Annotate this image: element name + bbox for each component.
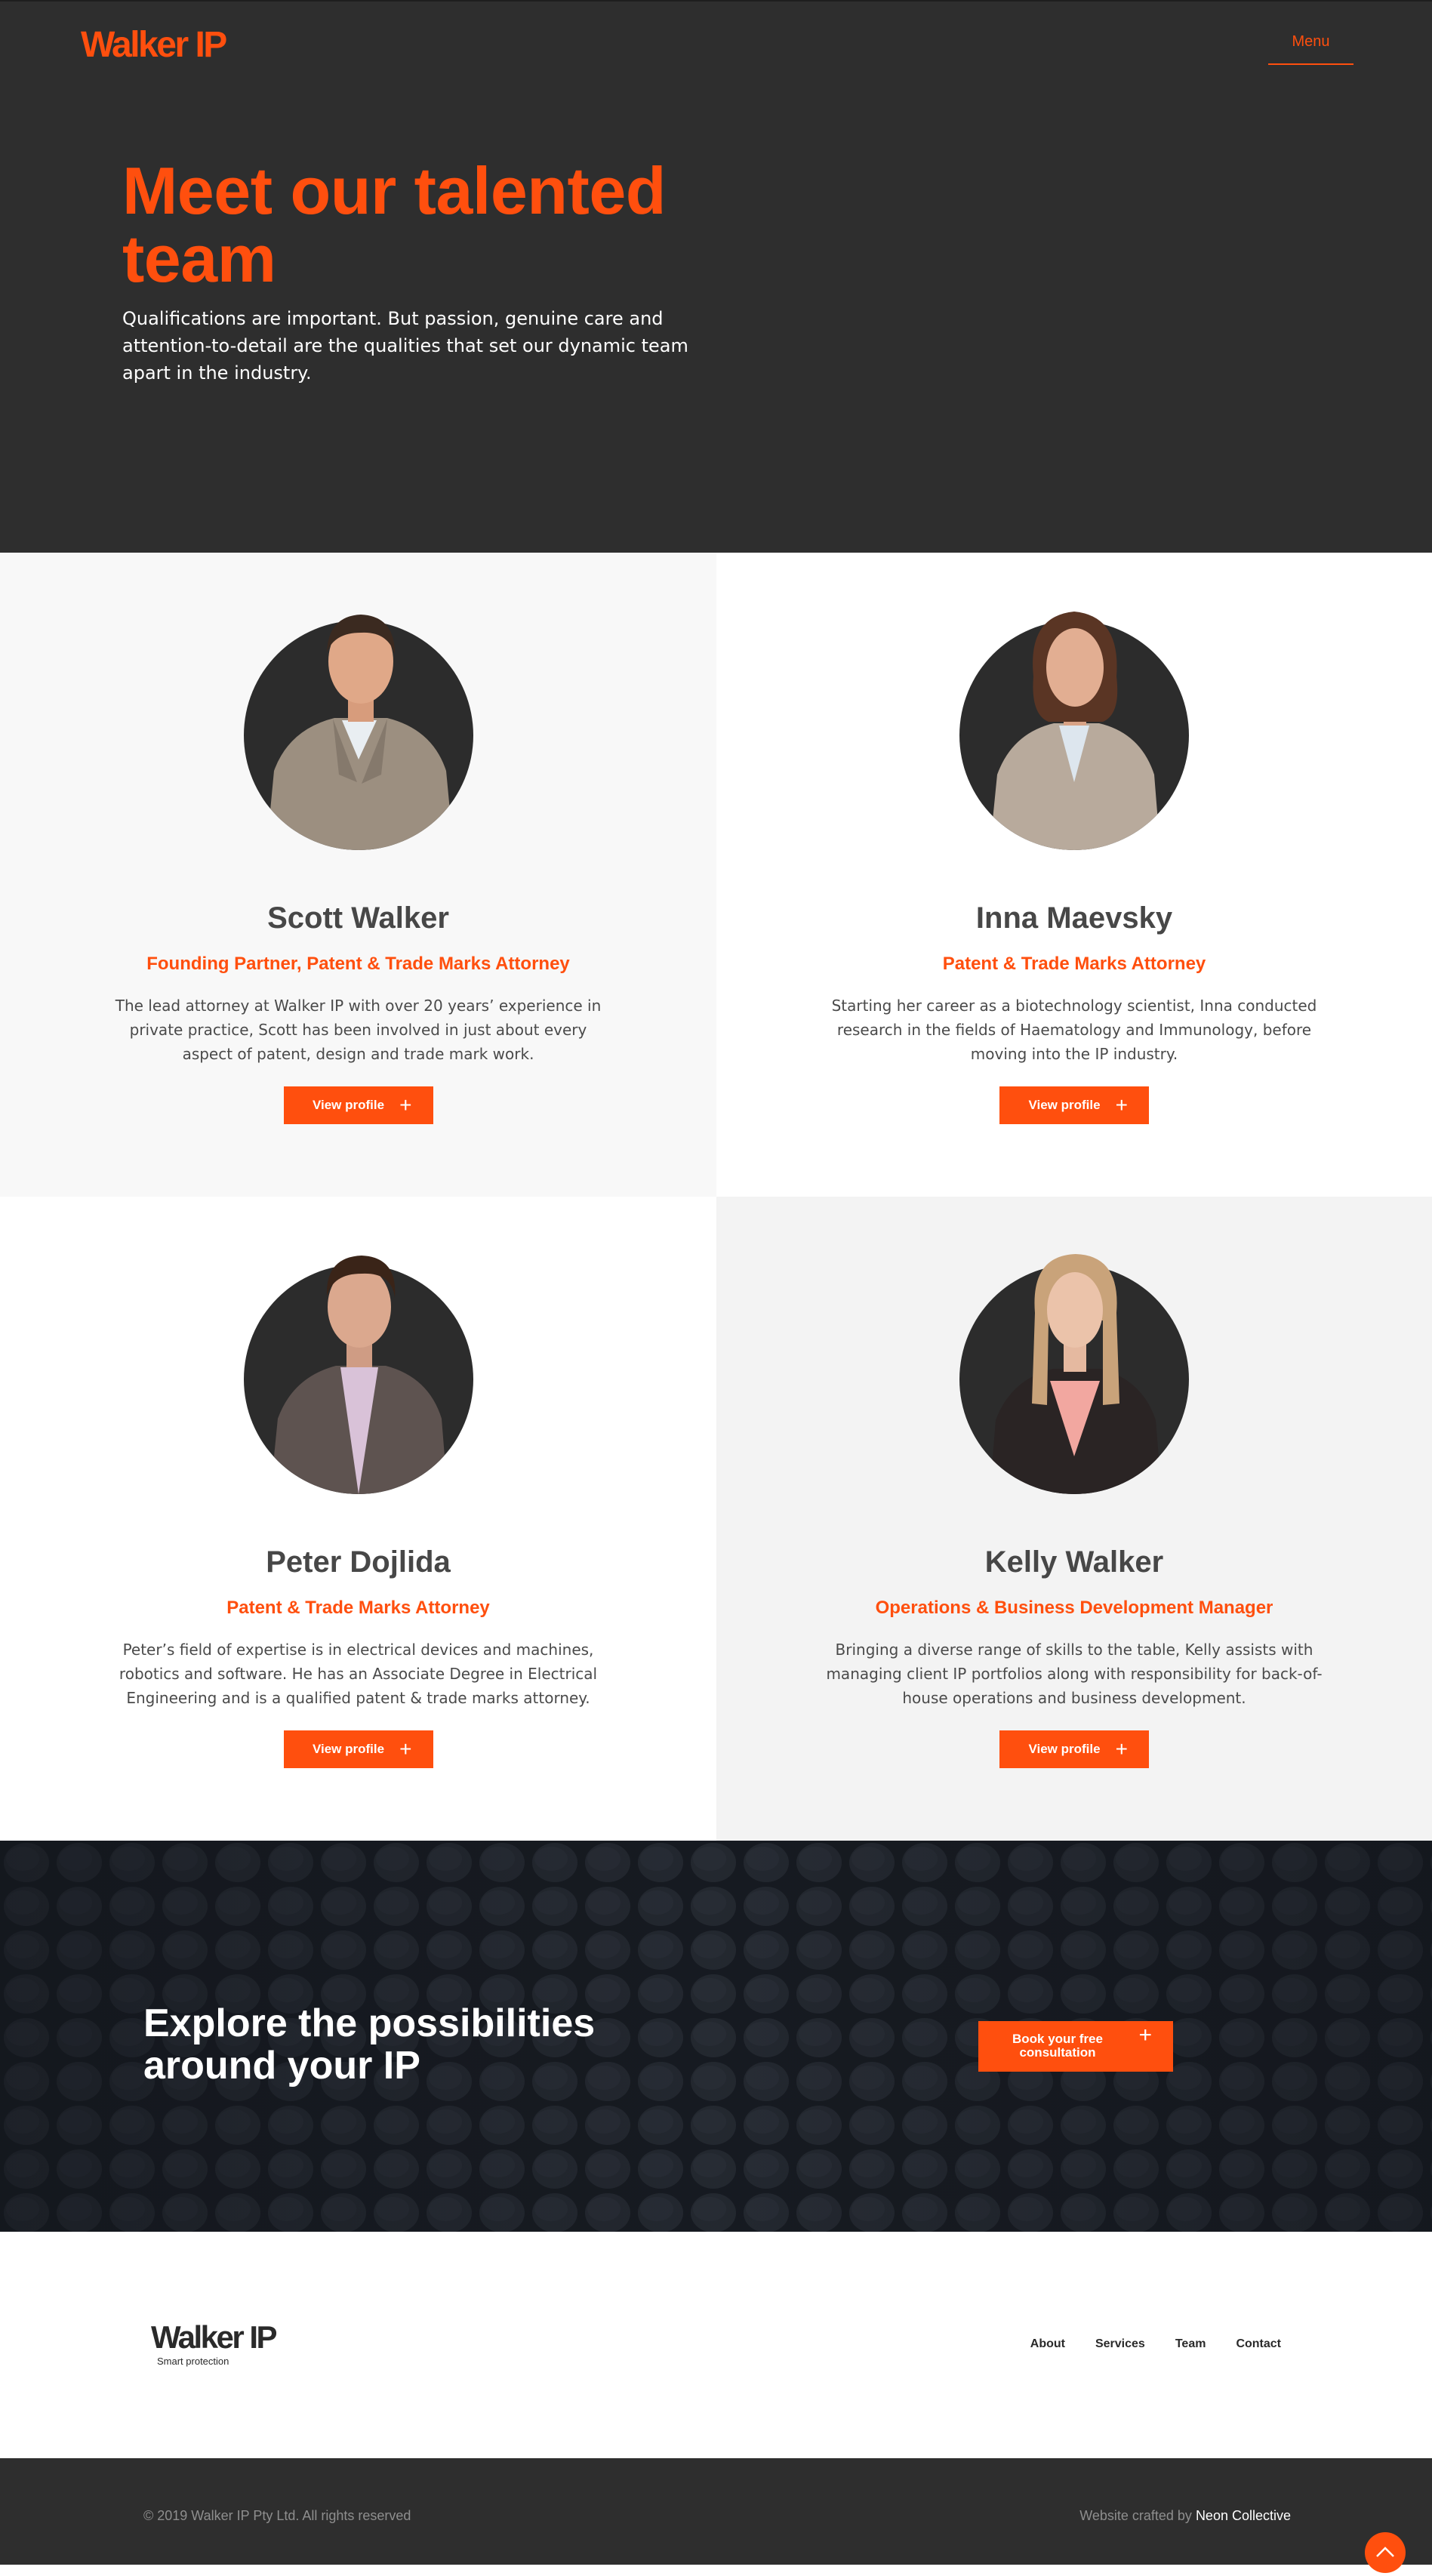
logo[interactable]: Walker IP bbox=[81, 24, 227, 66]
member-name: Kelly Walker bbox=[984, 1545, 1164, 1579]
member-name: Peter Dojlida bbox=[266, 1545, 451, 1579]
view-profile-button[interactable]: View profile + bbox=[283, 1086, 433, 1124]
button-label: Book your free consultation bbox=[1012, 2032, 1103, 2060]
copyright: © 2019 Walker IP Pty Ltd. All rights res… bbox=[143, 2508, 411, 2523]
cta-section: Explore the possibilities around your IP… bbox=[0, 1841, 1432, 2232]
member-bio: Peter’s field of expertise is in electri… bbox=[119, 1641, 598, 1707]
member-bio: The lead attorney at Walker IP with over… bbox=[115, 997, 602, 1063]
member-bio: Starting her career as a biotechnology s… bbox=[831, 997, 1317, 1063]
view-profile-button[interactable]: View profile + bbox=[999, 1086, 1149, 1124]
button-label: View profile bbox=[1028, 1742, 1101, 1756]
footer-link-about[interactable]: About bbox=[1030, 2337, 1065, 2351]
member-role: Patent & Trade Marks Attorney bbox=[942, 954, 1206, 974]
member-role: Patent & Trade Marks Attorney bbox=[226, 1598, 490, 1618]
member-name: Inna Maevsky bbox=[975, 901, 1173, 935]
avatar bbox=[959, 1254, 1189, 1494]
menu-button[interactable]: Menu bbox=[1268, 33, 1353, 65]
plus-icon: + bbox=[1138, 2023, 1152, 2048]
footer-link-team[interactable]: Team bbox=[1175, 2337, 1206, 2351]
member-name: Scott Walker bbox=[267, 901, 449, 935]
plus-icon: + bbox=[1115, 1093, 1128, 1117]
plus-icon: + bbox=[1115, 1737, 1128, 1761]
hero-section: Walker IP Menu Meet our talented team Qu… bbox=[0, 0, 1432, 553]
button-label: View profile bbox=[312, 1098, 385, 1112]
chevron-up-icon bbox=[1376, 2547, 1394, 2557]
page-title: Meet our talented team bbox=[122, 153, 667, 296]
hero-intro: Qualifications are important. But passio… bbox=[122, 308, 688, 384]
member-role: Operations & Business Development Manage… bbox=[875, 1598, 1273, 1618]
plus-icon: + bbox=[399, 1737, 412, 1761]
button-label: View profile bbox=[312, 1742, 385, 1756]
crafted-brand-link[interactable]: Neon Collective bbox=[1196, 2508, 1291, 2523]
avatar bbox=[959, 612, 1189, 850]
crafted-by: Website crafted by Neon Collective bbox=[1079, 2508, 1291, 2524]
footer-link-contact[interactable]: Contact bbox=[1236, 2337, 1281, 2351]
plus-icon: + bbox=[399, 1093, 412, 1117]
member-role: Founding Partner, Patent & Trade Marks A… bbox=[146, 954, 570, 974]
cta-title: Explore the possibilities around your IP bbox=[143, 2001, 596, 2088]
view-profile-button[interactable]: View profile + bbox=[283, 1730, 433, 1768]
crafted-prefix: Website crafted by bbox=[1079, 2508, 1196, 2523]
footer: Walker IP Smart protection About Service… bbox=[0, 2232, 1432, 2458]
book-consultation-button[interactable]: Book your free consultation + bbox=[978, 2021, 1173, 2072]
avatar bbox=[243, 1256, 473, 1494]
team-card-peter-dojlida: Peter Dojlida Patent & Trade Marks Attor… bbox=[0, 1197, 716, 1841]
bottom-bar: © 2019 Walker IP Pty Ltd. All rights res… bbox=[0, 2458, 1432, 2573]
team-card-scott-walker: Scott Walker Founding Partner, Patent & … bbox=[0, 553, 716, 1197]
team-grid: Scott Walker Founding Partner, Patent & … bbox=[0, 553, 1432, 1841]
team-card-inna-maevsky: Inna Maevsky Patent & Trade Marks Attorn… bbox=[716, 553, 1432, 1197]
footer-tagline: Smart protection bbox=[157, 2356, 229, 2367]
view-profile-button[interactable]: View profile + bbox=[999, 1730, 1149, 1768]
avatar bbox=[243, 615, 473, 850]
footer-logo[interactable]: Walker IP bbox=[151, 2319, 278, 2356]
team-card-kelly-walker: Kelly Walker Operations & Business Devel… bbox=[716, 1197, 1432, 1841]
back-to-top-button[interactable] bbox=[1365, 2532, 1406, 2573]
footer-nav: About Services Team Contact bbox=[1000, 2337, 1281, 2351]
member-bio: Bringing a diverse range of skills to th… bbox=[826, 1641, 1323, 1707]
footer-link-services[interactable]: Services bbox=[1095, 2337, 1145, 2351]
button-label: View profile bbox=[1028, 1098, 1101, 1112]
